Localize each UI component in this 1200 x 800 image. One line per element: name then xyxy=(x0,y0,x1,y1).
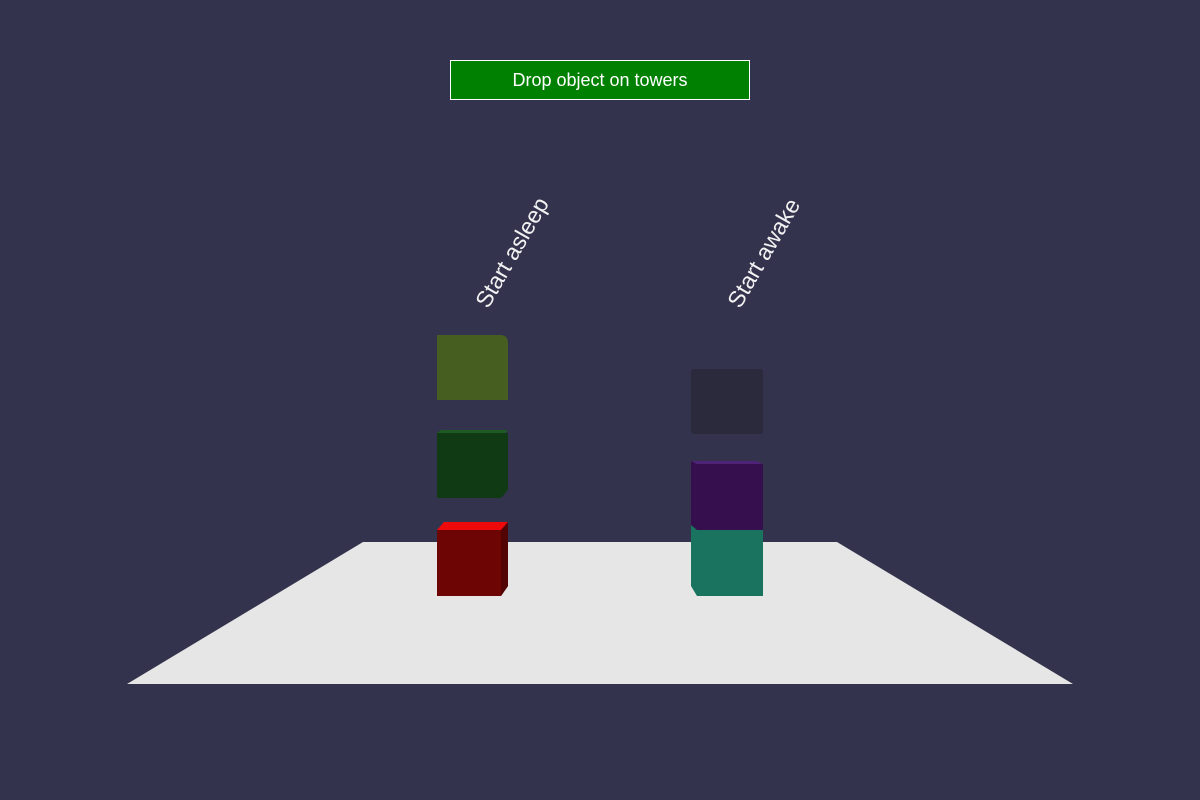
purple-block[interactable] xyxy=(691,461,763,530)
red-block[interactable] xyxy=(437,522,508,596)
olive-block[interactable] xyxy=(437,335,508,400)
tower-start-asleep[interactable] xyxy=(437,335,508,596)
teal-block[interactable] xyxy=(691,523,763,596)
dark-gray-block[interactable] xyxy=(691,369,763,434)
drop-object-button[interactable]: Drop object on towers xyxy=(450,60,750,100)
floor-plane xyxy=(127,542,1073,684)
tower-start-awake[interactable] xyxy=(691,369,763,596)
dark-green-block[interactable] xyxy=(437,430,508,498)
game-scene xyxy=(127,335,1073,684)
